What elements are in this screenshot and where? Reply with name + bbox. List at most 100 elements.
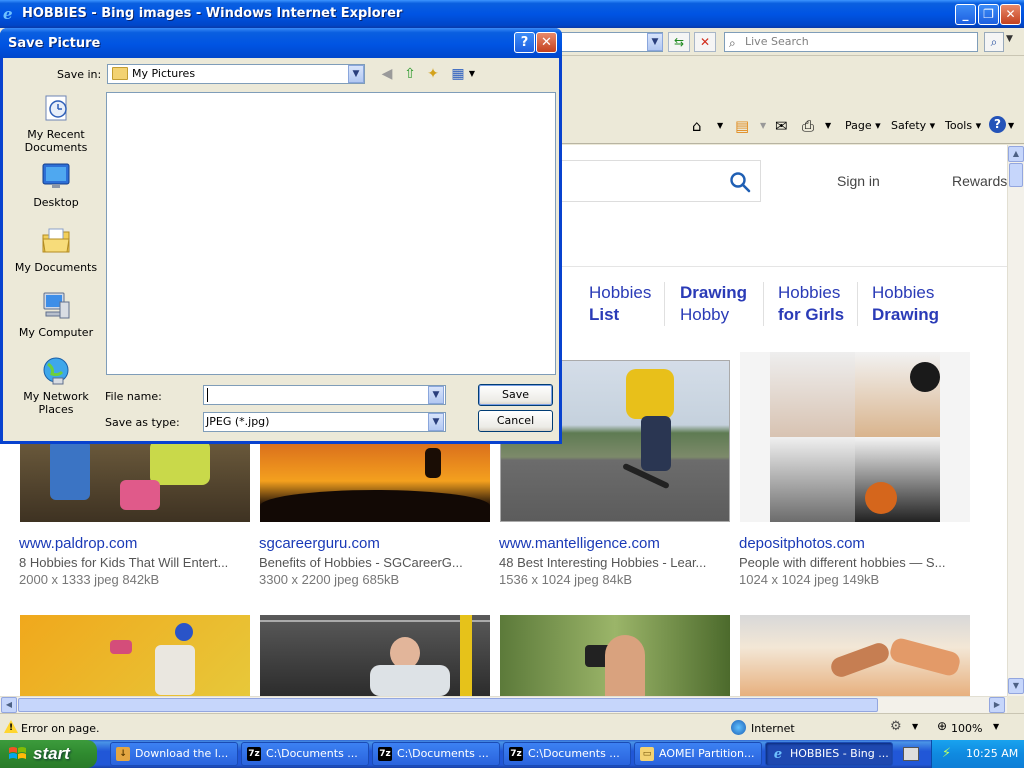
sign-in-link[interactable]: Sign in [837, 173, 880, 189]
result-image-older-man[interactable] [260, 615, 490, 696]
related-chip-drawing-hobby[interactable]: Drawing Hobby [680, 282, 747, 326]
7zip-icon: 7z [509, 747, 523, 761]
save-in-dropdown-icon[interactable]: ▼ [348, 65, 364, 83]
result-site[interactable]: www.mantelligence.com [499, 535, 660, 552]
task-download[interactable]: ↓ Download the l... [110, 742, 238, 766]
up-folder-icon[interactable]: ⇧ [401, 65, 419, 83]
file-name-input[interactable]: ▼ [203, 385, 446, 405]
stop-icon[interactable]: ✕ [694, 32, 716, 52]
task-7zip-1[interactable]: 7z C:\Documents ... [241, 742, 369, 766]
home-dropdown-icon[interactable]: ▼ [717, 121, 723, 130]
zoom-icon[interactable]: ⊕ [937, 719, 947, 733]
safety-menu[interactable]: Safety ▾ [891, 119, 935, 132]
search-options-icon[interactable]: ▼ [1006, 34, 1013, 44]
security-zone[interactable]: Internet [751, 722, 795, 735]
result-title[interactable]: 8 Hobbies for Kids That Will Entert... [19, 555, 251, 570]
new-folder-icon[interactable]: ✦ [424, 65, 442, 83]
result-title[interactable]: Benefits of Hobbies - SGCareerG... [259, 555, 491, 570]
feeds-dropdown-icon[interactable]: ▼ [760, 121, 766, 130]
keyboard-icon[interactable] [903, 747, 919, 761]
task-ie-hobbies[interactable]: e HOBBIES - Bing ... [765, 742, 893, 766]
start-button[interactable]: start [0, 740, 97, 768]
dialog-help-button[interactable]: ? [514, 32, 535, 53]
file-name-dropdown-icon[interactable]: ▼ [428, 386, 444, 404]
page-menu[interactable]: Page ▾ [845, 119, 881, 132]
dialog-title-bar[interactable]: Save Picture ? ✕ [0, 28, 562, 58]
protected-mode-icon[interactable]: ⚙ [890, 719, 902, 734]
my-pictures-folder-icon [112, 67, 128, 80]
result-image-kids-gardening[interactable] [20, 440, 250, 522]
view-menu-dropdown-icon[interactable]: ▼ [463, 65, 481, 83]
chip-divider [763, 282, 764, 326]
related-chip-hobbies-for-girls[interactable]: Hobbies for Girls [778, 282, 844, 326]
task-7zip-3[interactable]: 7z C:\Documents ... [503, 742, 631, 766]
file-list[interactable] [106, 92, 556, 375]
help-icon[interactable]: ? [989, 116, 1006, 133]
scroll-left-icon[interactable]: ◀ [1, 697, 17, 713]
zoom-dropdown-icon[interactable]: ▼ [993, 722, 999, 731]
result-image-sunset-climber[interactable] [260, 440, 490, 522]
tools-menu[interactable]: Tools ▾ [945, 119, 981, 132]
print-dropdown-icon[interactable]: ▼ [825, 121, 831, 130]
result-site[interactable]: www.paldrop.com [19, 535, 137, 552]
bing-search-box[interactable] [562, 160, 761, 202]
result-meta: 1024 x 1024 jpeg 149kB [739, 572, 880, 587]
status-message[interactable]: Error on page. [21, 722, 99, 735]
back-icon[interactable]: ◀ [378, 65, 396, 83]
read-mail-icon[interactable]: ✉ [775, 117, 788, 135]
print-icon[interactable]: ⎙ [802, 117, 814, 135]
feeds-icon[interactable]: ▤ [735, 117, 749, 135]
text-caret [207, 388, 208, 402]
result-site[interactable]: sgcareerguru.com [259, 535, 380, 552]
search-go-icon[interactable]: ⌕ [984, 32, 1004, 52]
result-image-photographer[interactable] [500, 615, 730, 696]
scroll-down-icon[interactable]: ▼ [1008, 678, 1024, 694]
place-my-recent-documents[interactable]: My Recent Documents [9, 92, 103, 154]
address-dropdown-icon[interactable]: ▼ [647, 33, 663, 51]
bing-search-icon[interactable] [729, 171, 751, 193]
save-as-type-dropdown[interactable]: JPEG (*.jpg) ▼ [203, 412, 446, 432]
scroll-up-icon[interactable]: ▲ [1008, 146, 1024, 162]
result-image-climbing-wall[interactable] [20, 615, 250, 696]
vertical-scroll-thumb[interactable] [1009, 163, 1023, 187]
header-divider [562, 266, 1007, 267]
save-button[interactable]: Save [478, 384, 553, 406]
place-my-documents[interactable]: My Documents [9, 225, 103, 274]
home-icon[interactable]: ⌂ [692, 117, 702, 135]
protected-mode-dropdown-icon[interactable]: ▼ [912, 722, 918, 731]
place-my-network-places[interactable]: My Network Places [9, 354, 103, 416]
close-button[interactable]: ✕ [1000, 4, 1021, 25]
minimize-button[interactable]: _ [955, 4, 976, 25]
scroll-right-icon[interactable]: ▶ [989, 697, 1005, 713]
dialog-close-button[interactable]: ✕ [536, 32, 557, 53]
result-title[interactable]: 48 Best Interesting Hobbies - Lear... [499, 555, 731, 570]
result-title[interactable]: People with different hobbies — S... [739, 555, 971, 570]
vertical-scrollbar[interactable]: ▲ ▼ [1007, 145, 1024, 696]
related-chip-hobbies-list[interactable]: Hobbies List [589, 282, 651, 326]
live-search-input[interactable]: ⌕ Live Search [724, 32, 978, 52]
rewards-link[interactable]: Rewards [952, 173, 1007, 189]
save-in-value: My Pictures [132, 67, 196, 80]
clock[interactable]: 10:25 AM [966, 747, 1018, 760]
network-icon[interactable]: ⚡ [942, 746, 951, 761]
save-in-dropdown[interactable]: My Pictures ▼ [107, 64, 365, 84]
restore-button[interactable]: ❐ [978, 4, 999, 25]
place-desktop[interactable]: Desktop [9, 160, 103, 209]
task-aomei[interactable]: ▭ AOMEI Partition... [634, 742, 762, 766]
horizontal-scroll-thumb[interactable] [18, 698, 878, 712]
result-image-people-hobbies[interactable] [740, 352, 970, 522]
save-as-type-dropdown-icon[interactable]: ▼ [428, 413, 444, 431]
result-meta: 3300 x 2200 jpeg 685kB [259, 572, 400, 587]
warning-icon[interactable]: ! [4, 720, 18, 733]
zoom-level[interactable]: 100% [951, 722, 982, 735]
cancel-button[interactable]: Cancel [478, 410, 553, 432]
result-site[interactable]: depositphotos.com [739, 535, 865, 552]
refresh-icon[interactable]: ⇆ [668, 32, 690, 52]
horizontal-scrollbar[interactable]: ◀ ▶ [0, 696, 1007, 713]
place-my-computer[interactable]: My Computer [9, 290, 103, 339]
task-label: C:\Documents ... [397, 747, 489, 760]
help-dropdown-icon[interactable]: ▼ [1008, 121, 1014, 130]
task-7zip-2[interactable]: 7z C:\Documents ... [372, 742, 500, 766]
result-image-runners[interactable] [740, 615, 970, 696]
related-chip-hobbies-drawing[interactable]: Hobbies Drawing [872, 282, 939, 326]
